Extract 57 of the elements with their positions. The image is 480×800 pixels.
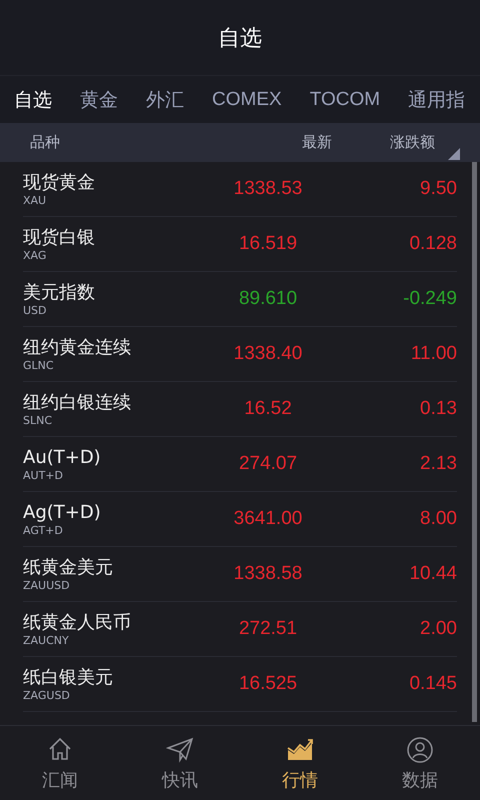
tab[interactable]: 通用指 — [394, 86, 480, 112]
latest-price: 272.51 — [238, 618, 298, 640]
instrument-name: 现货白银 — [23, 226, 96, 248]
latest-price: 16.52 — [243, 398, 293, 420]
instrument-code: XAG — [23, 248, 48, 262]
tab[interactable]: 自选 — [0, 86, 66, 112]
instrument-code: ZAGUSD — [23, 688, 71, 702]
tab[interactable]: 黄金 — [66, 86, 132, 112]
column-header: 最新 — [301, 133, 332, 152]
price-change: 0.145 — [408, 673, 457, 695]
tab[interactable]: COMEX — [198, 88, 296, 110]
instrument-code: SLNC — [23, 414, 54, 426]
instrument-name: 纽约白银连续 — [23, 392, 132, 414]
user-icon — [406, 736, 434, 764]
latest-price: 16.525 — [238, 673, 298, 695]
instrument-name: 纸黄金人民币 — [23, 612, 132, 634]
paper-plane-icon — [166, 736, 194, 764]
nav-item[interactable]: 数据 — [360, 726, 480, 800]
latest-price: 16.519 — [238, 233, 298, 255]
price-change: 10.44 — [408, 563, 457, 585]
nav-item[interactable]: 行情 — [240, 726, 360, 800]
sort-icon[interactable] — [448, 148, 460, 160]
instrument-name: Ag(T+D) — [23, 502, 102, 524]
column-header: 品种 — [29, 133, 61, 152]
instrument-name: 现货黄金 — [23, 172, 96, 194]
price-change: 11.00 — [410, 343, 457, 365]
instrument-name: 纸黄金美元 — [23, 556, 114, 578]
instrument-code: ZAUUSD — [23, 578, 71, 592]
latest-price: 1338.53 — [232, 178, 304, 200]
price-change: 8.00 — [419, 508, 457, 530]
price-change: 0.13 — [419, 398, 457, 420]
price-change: 2.00 — [419, 618, 457, 640]
latest-price: 1338.58 — [232, 563, 304, 585]
nav-item[interactable]: 快讯 — [120, 726, 240, 800]
instrument-name: 纽约黄金连续 — [23, 336, 132, 358]
instrument-code: AGT+D — [23, 524, 64, 536]
instrument-name: Au(T+D) — [23, 446, 102, 468]
latest-price: 274.07 — [238, 453, 298, 475]
price-change: 9.50 — [419, 178, 457, 200]
screen-title: 自选 — [218, 24, 262, 52]
instrument-code: ZAUCNY — [23, 634, 70, 646]
column-header: 涨跌额 — [389, 133, 435, 152]
latest-price: 89.610 — [238, 288, 298, 310]
instrument-code: XAU — [23, 194, 48, 206]
instrument-code: AUT+D — [23, 468, 64, 482]
price-change: 2.13 — [419, 453, 457, 475]
instrument-name: 纸白银美元 — [23, 666, 114, 688]
latest-price: 1338.40 — [232, 343, 304, 365]
latest-price: 3641.00 — [232, 508, 304, 530]
instrument-name: 美元指数 — [23, 282, 96, 304]
tab[interactable]: 外汇 — [132, 86, 198, 112]
instrument-code: USD — [23, 304, 48, 316]
nav-item[interactable]: 汇闻 — [0, 726, 120, 800]
tab[interactable]: TOCOM — [296, 88, 394, 110]
price-change: 0.128 — [408, 233, 457, 255]
price-change: -0.249 — [402, 288, 457, 310]
instrument-code: GLNC — [23, 358, 55, 372]
